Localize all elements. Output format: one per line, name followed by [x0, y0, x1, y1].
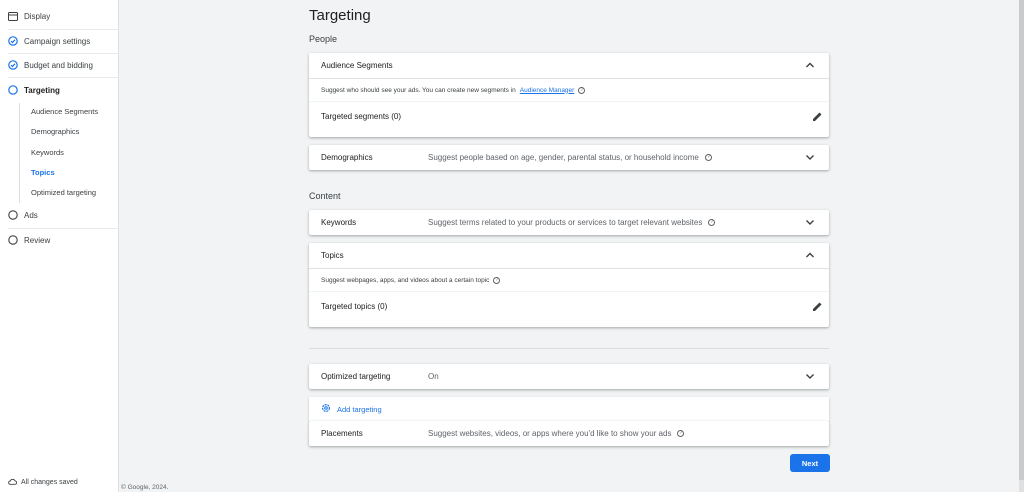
chevron-down-icon — [806, 374, 814, 379]
demographics-card[interactable]: Demographics Suggest people based on age… — [309, 145, 829, 170]
check-circle-icon — [8, 60, 18, 70]
sidebar-sub-demographics[interactable]: Demographics — [31, 126, 79, 138]
sidebar-step-label: Ads — [24, 210, 38, 220]
save-status: All changes saved — [8, 478, 78, 487]
hint-text: Suggest webpages, apps, and videos about… — [321, 276, 490, 284]
help-icon[interactable]: ? — [578, 86, 586, 94]
radio-circle-icon — [8, 85, 18, 95]
audience-hint: Suggest who should see your ads. You can… — [321, 79, 817, 101]
sidebar-step-label: Review — [24, 235, 51, 245]
help-icon[interactable]: ? — [493, 276, 501, 284]
audience-segments-header[interactable]: Audience Segments — [309, 53, 829, 78]
add-targeting-label: Add targeting — [337, 404, 382, 414]
chevron-up-icon — [806, 62, 814, 68]
audience-manager-link[interactable]: Audience Manager — [520, 87, 575, 94]
topics-header[interactable]: Topics — [309, 243, 829, 268]
description-text: Suggest people based on age, gender, par… — [428, 153, 699, 162]
section-content: Content — [309, 191, 341, 201]
sidebar: Display Campaign settings Budget and bid… — [0, 0, 119, 492]
sidebar-step-label: Display — [24, 11, 51, 21]
optimized-targeting-value: On — [428, 372, 439, 381]
edit-pencil-icon[interactable] — [812, 111, 823, 122]
sub-nav-line — [19, 103, 20, 203]
sidebar-step-review[interactable]: Review — [0, 228, 118, 252]
check-circle-icon — [8, 36, 18, 46]
next-button[interactable]: Next — [790, 454, 830, 472]
page-title: Targeting — [309, 7, 371, 24]
audience-segments-card: Audience Segments Suggest who should see… — [309, 53, 829, 137]
optimized-targeting-header[interactable]: Optimized targeting On — [309, 364, 829, 389]
card-description: Suggest terms related to your products o… — [428, 218, 716, 227]
description-text: Suggest terms related to your products o… — [428, 218, 703, 227]
demographics-header[interactable]: Demographics Suggest people based on age… — [309, 145, 829, 170]
keywords-card[interactable]: Keywords Suggest terms related to your p… — [309, 210, 829, 235]
help-icon[interactable]: ? — [704, 154, 712, 161]
section-divider — [309, 348, 829, 349]
sidebar-step-campaign-settings[interactable]: Campaign settings — [0, 29, 118, 53]
card-title: Optimized targeting — [321, 372, 391, 381]
card-description: Suggest websites, videos, or apps where … — [428, 429, 685, 438]
sidebar-sub-optimized-targeting[interactable]: Optimized targeting — [31, 187, 96, 199]
topics-hint: Suggest webpages, apps, and videos about… — [321, 269, 817, 291]
help-icon[interactable]: ? — [677, 430, 685, 437]
sidebar-step-label: Targeting — [24, 85, 60, 95]
description-text: Suggest websites, videos, or apps where … — [428, 429, 672, 438]
sidebar-step-display[interactable]: Display — [0, 4, 118, 28]
radio-circle-icon — [8, 210, 18, 220]
display-icon — [8, 11, 18, 21]
chevron-down-icon — [806, 220, 814, 225]
targeted-topics-label: Targeted topics (0) — [321, 301, 388, 311]
card-title: Placements — [321, 429, 363, 438]
card-title: Keywords — [321, 218, 357, 227]
hint-text: Suggest who should see your ads. You can… — [321, 86, 516, 94]
edit-pencil-icon[interactable] — [812, 301, 823, 312]
sidebar-sub-audience-segments[interactable]: Audience Segments — [31, 106, 98, 118]
sidebar-step-budget[interactable]: Budget and bidding — [0, 53, 118, 77]
targeted-segments-row[interactable]: Targeted segments (0) — [309, 101, 829, 130]
section-people: People — [309, 34, 338, 44]
placements-card[interactable]: Placements Suggest websites, videos, or … — [309, 421, 829, 446]
sidebar-sub-topics[interactable]: Topics — [31, 167, 55, 179]
help-icon[interactable]: ? — [708, 219, 716, 226]
cloud-check-icon — [8, 478, 18, 487]
targeted-topics-row[interactable]: Targeted topics (0) — [309, 291, 829, 320]
sidebar-step-label: Campaign settings — [24, 36, 91, 46]
placements-header[interactable]: Placements Suggest websites, videos, or … — [309, 421, 829, 446]
optimized-targeting-card[interactable]: Optimized targeting On — [309, 364, 829, 389]
card-description: Suggest people based on age, gender, par… — [428, 153, 712, 162]
sidebar-step-ads[interactable]: Ads — [0, 203, 118, 227]
sidebar-step-label: Budget and bidding — [24, 60, 93, 70]
sidebar-step-targeting[interactable]: Targeting — [0, 78, 118, 102]
targeted-segments-label: Targeted segments (0) — [321, 111, 402, 121]
chevron-up-icon — [806, 252, 814, 258]
save-status-text: All changes saved — [21, 479, 78, 486]
keywords-header[interactable]: Keywords Suggest terms related to your p… — [309, 210, 829, 235]
topics-card: Topics Suggest webpages, apps, and video… — [309, 243, 829, 327]
card-title: Topics — [321, 251, 344, 260]
card-title: Audience Segments — [321, 61, 393, 70]
gear-icon — [321, 403, 331, 415]
copyright: © Google, 2024. — [121, 484, 169, 491]
card-title: Demographics — [321, 153, 373, 162]
radio-circle-icon — [8, 235, 18, 245]
chevron-down-icon — [806, 155, 814, 160]
sidebar-sub-keywords[interactable]: Keywords — [31, 147, 64, 159]
add-targeting-button[interactable]: Add targeting — [309, 397, 829, 421]
scrollbar[interactable] — [1019, 0, 1024, 492]
